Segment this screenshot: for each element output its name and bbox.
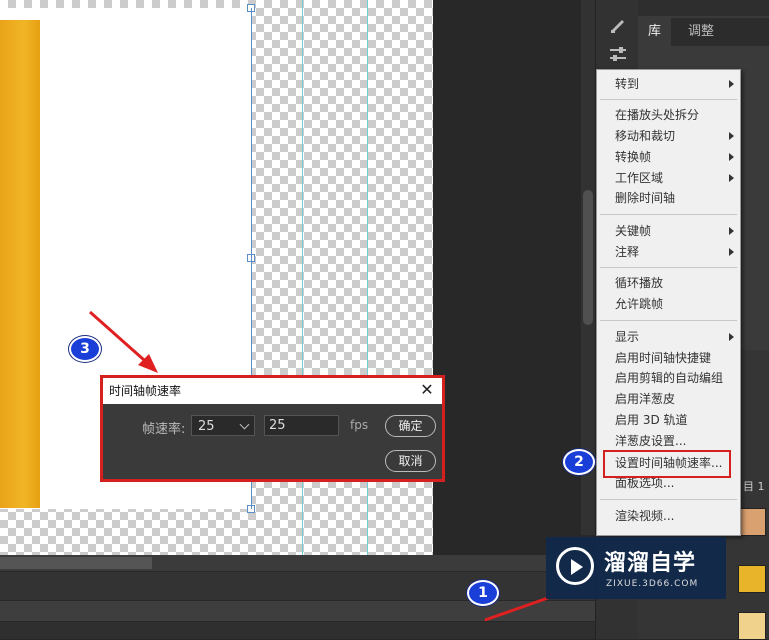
play-logo-icon	[556, 547, 594, 585]
watermark-subtitle: ZIXUE.3D66.COM	[606, 579, 699, 589]
watermark-title: 溜溜自学	[604, 551, 697, 576]
step-badge-3: 3	[69, 336, 101, 362]
step-badge-1: 1	[467, 580, 499, 606]
watermark: 溜溜自学 ZIXUE.3D66.COM	[546, 537, 726, 599]
step-3-arrow	[89, 310, 153, 369]
step-badge-2: 2	[563, 449, 595, 475]
